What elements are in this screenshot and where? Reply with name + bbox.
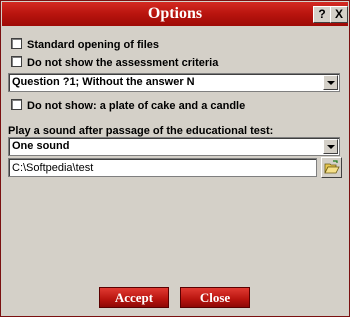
close-button[interactable]: Close <box>180 287 250 308</box>
question-select-value: Question ?1; Without the answer N <box>12 76 195 88</box>
sound-path-value: C:\Softpedia\test <box>12 162 94 174</box>
standard-opening-checkbox[interactable]: Standard opening of files <box>11 38 159 52</box>
title-bar[interactable]: Options ? X <box>2 2 348 26</box>
accept-button[interactable]: Accept <box>99 287 169 308</box>
sound-path-input[interactable]: C:\Softpedia\test <box>8 158 317 177</box>
browse-folder-button[interactable] <box>321 157 342 178</box>
hide-cake-checkbox[interactable]: Do not show: a plate of cake and a candl… <box>11 99 245 113</box>
chevron-down-icon[interactable] <box>323 75 338 90</box>
chevron-down-icon[interactable] <box>323 139 338 154</box>
question-select[interactable]: Question ?1; Without the answer N <box>8 73 340 92</box>
checkbox-box[interactable] <box>11 99 22 110</box>
folder-open-icon <box>324 160 340 174</box>
hide-cake-label: Do not show: a plate of cake and a candl… <box>27 100 246 112</box>
standard-opening-label: Standard opening of files <box>27 39 160 51</box>
hide-assessment-label: Do not show the assessment criteria <box>27 57 219 69</box>
sound-label: Play a sound after passage of the educat… <box>8 125 274 137</box>
dialog-title: Options <box>147 5 203 22</box>
options-dialog: Options ? X Standard opening of files Do… <box>0 0 350 317</box>
sound-select[interactable]: One sound <box>8 137 340 156</box>
close-window-button[interactable]: X <box>330 6 348 23</box>
checkbox-box[interactable] <box>11 56 22 67</box>
sound-select-value: One sound <box>12 140 70 152</box>
help-button[interactable]: ? <box>313 6 331 23</box>
checkbox-box[interactable] <box>11 38 22 49</box>
hide-assessment-checkbox[interactable]: Do not show the assessment criteria <box>11 56 218 70</box>
